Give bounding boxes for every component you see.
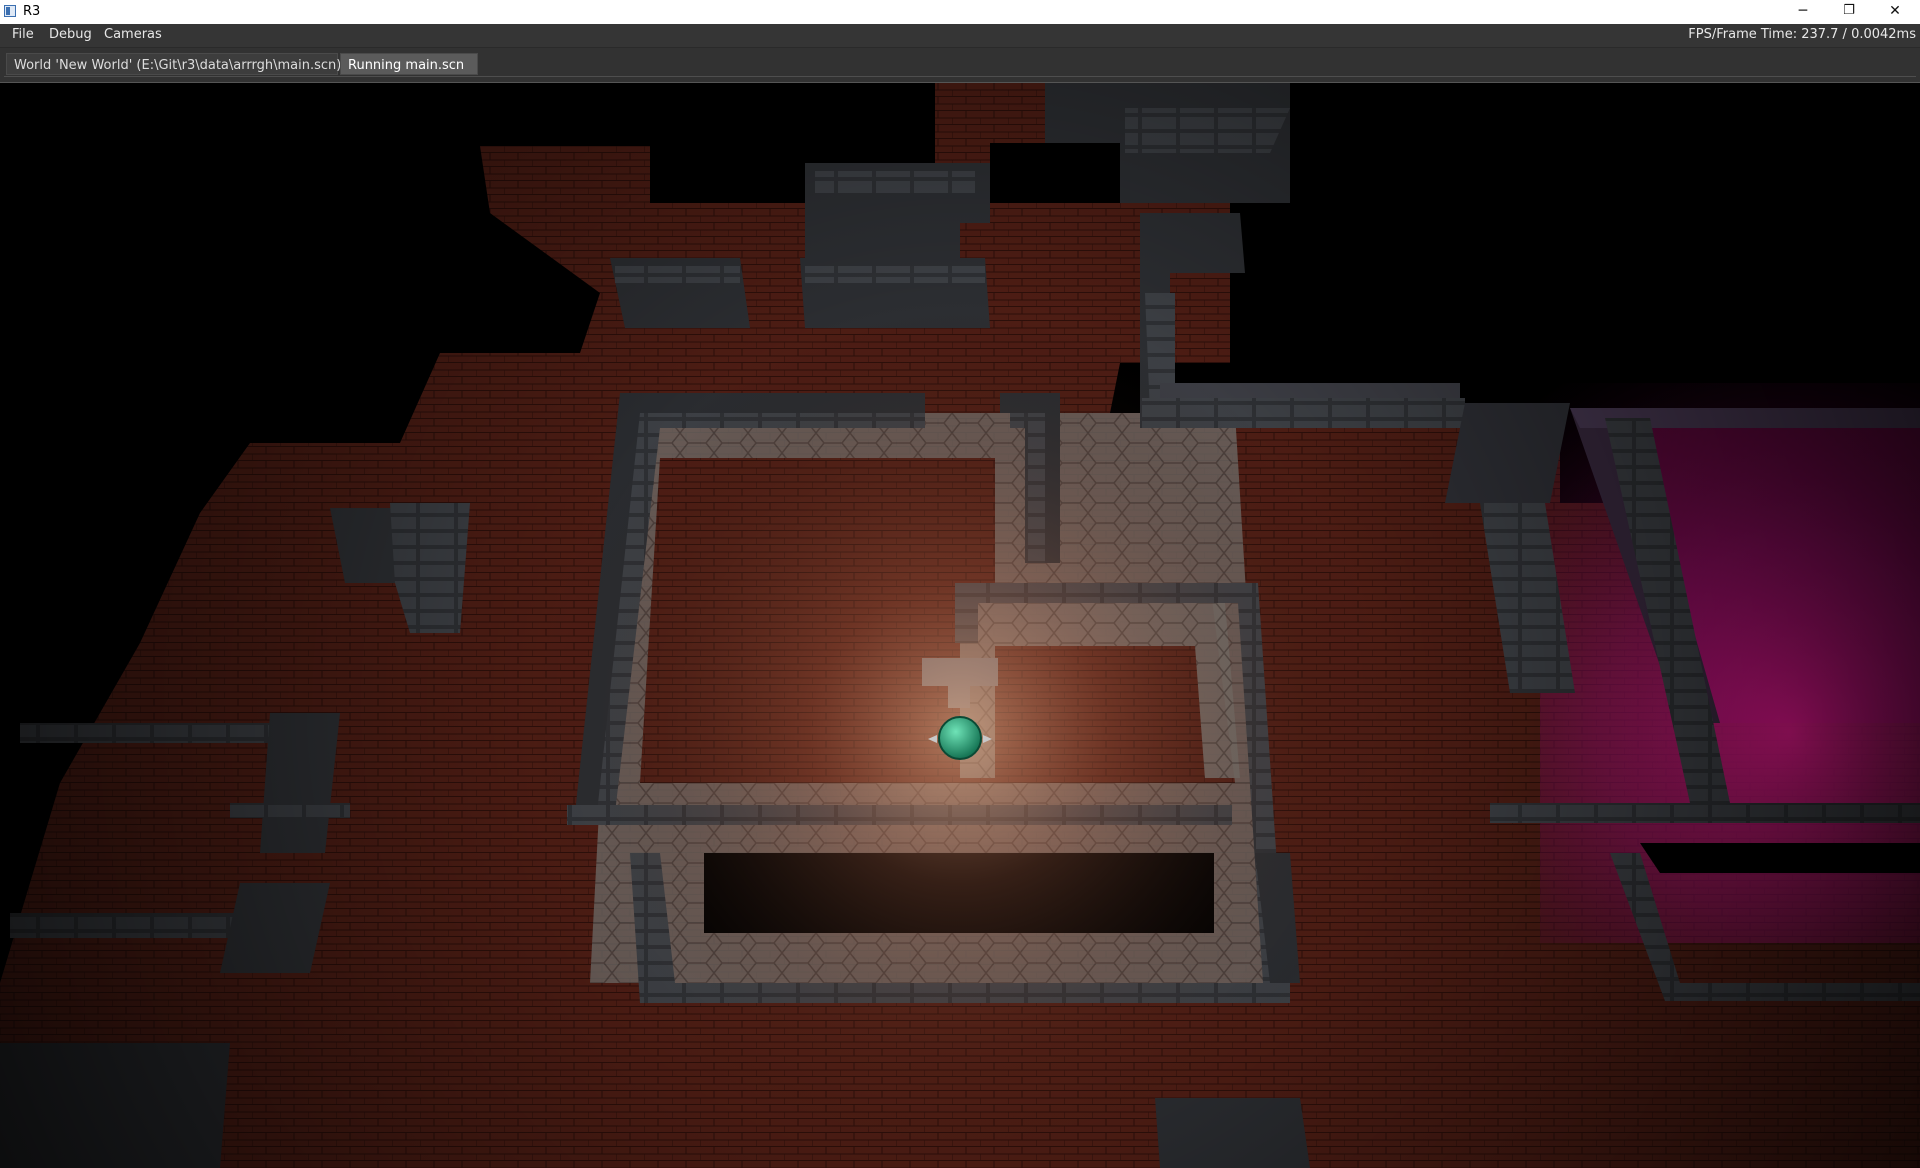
fps-readout: FPS/Frame Time: 237.7 / 0.0042ms bbox=[1688, 27, 1916, 42]
window-titlebar: R3 ─ ❐ ✕ bbox=[0, 0, 1920, 24]
tab-running[interactable]: Running main.scn bbox=[340, 53, 478, 75]
tab-world[interactable]: World 'New World' (E:\Git\r3\data\arrrgh… bbox=[6, 53, 341, 75]
tab-bar: World 'New World' (E:\Git\r3\data\arrrgh… bbox=[0, 48, 1920, 83]
menu-cameras[interactable]: Cameras bbox=[104, 27, 162, 42]
app-icon bbox=[4, 5, 16, 17]
minimize-icon[interactable]: ─ bbox=[1780, 0, 1826, 24]
restore-icon[interactable]: ❐ bbox=[1826, 0, 1872, 24]
menu-debug[interactable]: Debug bbox=[49, 27, 92, 42]
game-viewport[interactable] bbox=[0, 83, 1920, 1168]
window-title: R3 bbox=[23, 4, 41, 19]
vignette bbox=[0, 83, 1920, 1168]
scene-render bbox=[0, 83, 1920, 1168]
menu-bar: File Debug Cameras FPS/Frame Time: 237.7… bbox=[0, 24, 1920, 48]
close-icon[interactable]: ✕ bbox=[1872, 0, 1918, 24]
menu-file[interactable]: File bbox=[12, 27, 34, 42]
tab-divider bbox=[4, 76, 1916, 77]
